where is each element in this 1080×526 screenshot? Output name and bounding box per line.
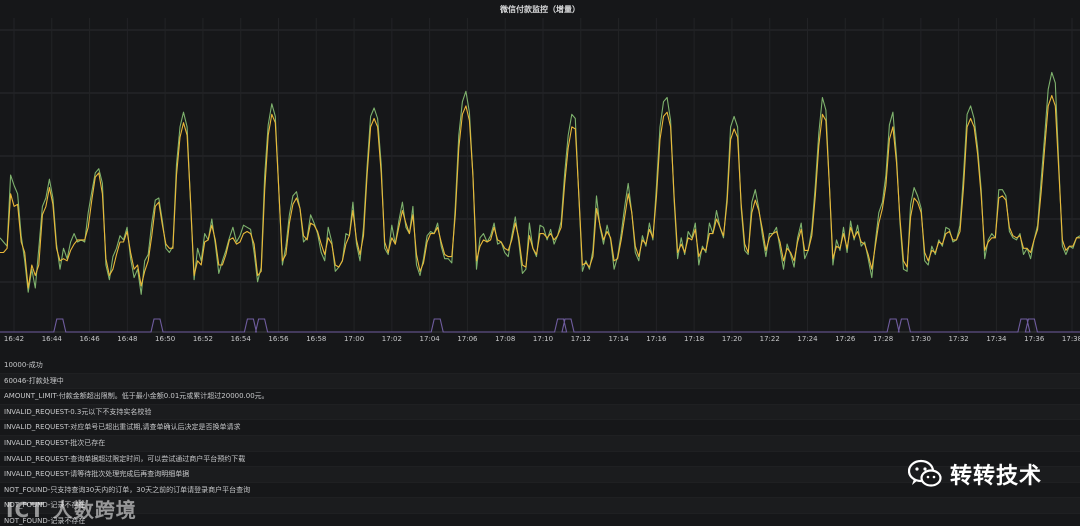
x-tick-label: 16:56	[268, 335, 289, 343]
x-tick-label: 16:50	[155, 335, 175, 343]
x-tick-label: 16:54	[231, 335, 252, 343]
x-tick-label: 17:22	[760, 335, 780, 343]
chart-panel: 微信付款监控（增量） 16:42 16:44 16:46 16:48 16:50 16:5…	[0, 0, 1080, 526]
legend-item[interactable]: NOT_FOUND-记录不存在	[0, 498, 1080, 514]
series-line-0	[0, 71, 1080, 295]
x-tick-label: 17:12	[571, 335, 591, 343]
legend-item[interactable]: 10000-成功	[0, 358, 1080, 374]
x-axis-ticks: 16:42 16:44 16:46 16:48 16:50 16:52 16:54 16:56…	[4, 335, 1080, 343]
legend-item[interactable]: INVALID_REQUEST-批次已存在	[0, 435, 1080, 452]
x-tick-label: 17:32	[949, 335, 969, 343]
x-tick-label: 17:14	[608, 335, 629, 343]
x-tick-label: 16:58	[306, 335, 326, 343]
x-tick-label: 16:52	[193, 335, 213, 343]
series-line-2	[0, 318, 1080, 333]
x-tick-label: 17:34	[986, 335, 1007, 343]
legend-item[interactable]: INVALID_REQUEST-对应单号已超出重试期,请查单确认后决定是否换单请…	[0, 420, 1080, 436]
x-tick-label: 17:18	[684, 335, 704, 343]
legend-item[interactable]: AMOUNT_LIMIT-付款金额超出限制。低于最小金额0.01元或累计超过20…	[0, 389, 1080, 405]
watermark-bottom: ICT 人数跨境	[6, 498, 137, 522]
series-line-1	[0, 94, 1080, 289]
x-tick-label: 17:10	[533, 335, 553, 343]
x-tick-label: 17:26	[835, 335, 856, 343]
x-tick-label: 17:02	[382, 335, 402, 343]
legend-item[interactable]: INVALID_REQUEST-0.3元以下不支持实名校验	[0, 404, 1080, 421]
x-tick-label: 17:28	[873, 335, 893, 343]
watermark: 转转技术	[907, 458, 1042, 490]
x-tick-label: 17:30	[911, 335, 931, 343]
wechat-logo-icon	[907, 459, 942, 487]
x-tick-label: 17:24	[797, 335, 818, 343]
grid-lines	[0, 18, 1080, 333]
x-tick-label: 16:48	[117, 335, 137, 343]
x-tick-label: 17:04	[420, 335, 441, 343]
legend-item[interactable]: NOT_FOUND-记录不存在	[0, 514, 1080, 526]
x-tick-label: 17:16	[646, 335, 667, 343]
series-lines	[0, 71, 1080, 333]
x-tick-label: 16:44	[42, 335, 63, 343]
x-tick-label: 17:06	[457, 335, 478, 343]
chart-plot: 16:42 16:44 16:46 16:48 16:50 16:52 16:54 16:56…	[0, 18, 1080, 343]
legend-item[interactable]: 60046-打款处理中	[0, 373, 1080, 390]
x-tick-label: 17:20	[722, 335, 742, 343]
x-tick-label: 17:36	[1024, 335, 1045, 343]
x-tick-label: 16:46	[79, 335, 100, 343]
watermark-brand: 转转技术	[949, 464, 1042, 489]
x-tick-label: 17:08	[495, 335, 515, 343]
x-tick-label: 17:38	[1062, 335, 1080, 343]
x-tick-label: 16:42	[4, 335, 24, 343]
legend: 10000-成功 60046-打款处理中 AMOUNT_LIMIT-付款金额超出限制…	[0, 358, 1080, 526]
x-tick-label: 17:00	[344, 335, 364, 343]
